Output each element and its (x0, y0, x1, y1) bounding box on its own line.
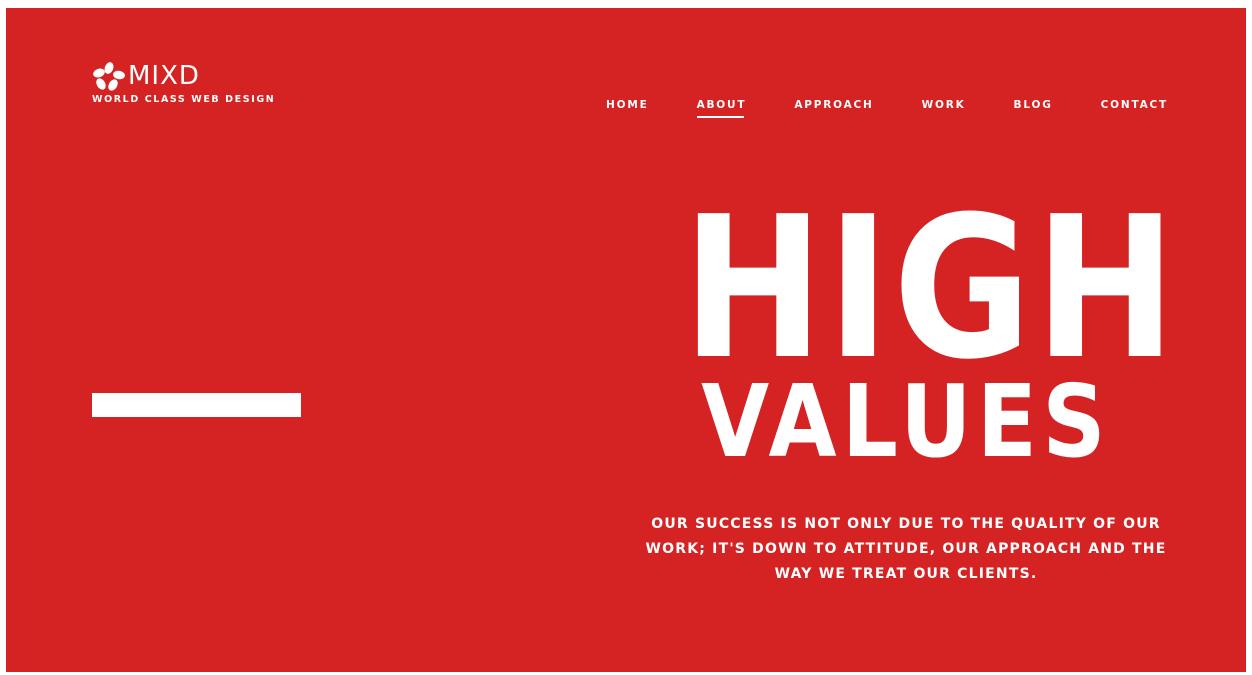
nav-item-home[interactable]: HOME (606, 96, 649, 114)
decorative-dash (92, 393, 301, 417)
nav-item-work[interactable]: WORK (922, 96, 966, 114)
logo-link[interactable]: MIXD WORLD CLASS WEB DESIGN (92, 60, 275, 106)
brand-tagline: WORLD CLASS WEB DESIGN (92, 94, 276, 105)
mixd-flower-icon (93, 62, 125, 91)
brand-name: MIXD (128, 61, 200, 91)
nav-item-approach[interactable]: APPROACH (794, 96, 873, 114)
nav-item-label: HOME (606, 99, 649, 111)
page-canvas: MIXD WORLD CLASS WEB DESIGN HOME ABOUT A… (6, 8, 1246, 672)
nav-item-label: BLOG (1013, 99, 1053, 111)
nav-item-about[interactable]: ABOUT (696, 96, 747, 118)
hero-headline: HIGH VALUES (646, 175, 1180, 480)
hero-title-line2: VALUES (701, 363, 1111, 480)
hero-title-line1: HIGH (682, 175, 1180, 403)
nav-item-label: WORK (921, 99, 966, 111)
nav-item-contact[interactable]: CONTACT (1101, 96, 1168, 114)
active-nav-indicator (696, 116, 745, 118)
main-nav: HOME ABOUT APPROACH WORK BLOG CONTACT (606, 96, 1168, 118)
nav-item-blog[interactable]: BLOG (1014, 96, 1053, 114)
nav-item-label: CONTACT (1100, 99, 1168, 111)
nav-item-label: APPROACH (794, 99, 874, 111)
logo-row: MIXD (92, 60, 275, 92)
hero-description: OUR SUCCESS IS NOT ONLY DUE TO THE QUALI… (645, 516, 1167, 582)
nav-item-label: ABOUT (696, 99, 747, 111)
